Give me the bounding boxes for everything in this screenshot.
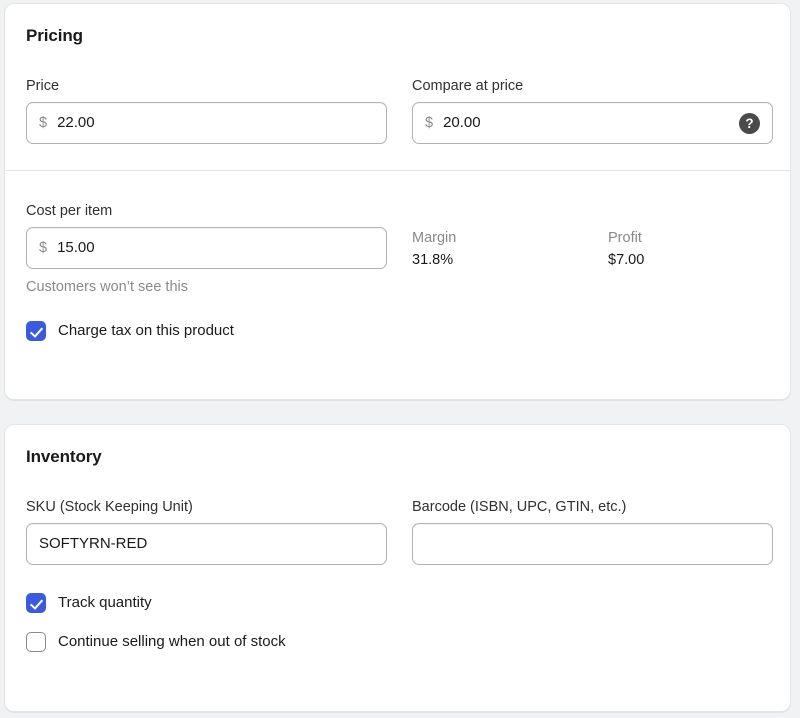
sku-input[interactable]: SOFTYRN-RED	[26, 523, 387, 565]
sku-field-group: SKU (Stock Keeping Unit) SOFTYRN-RED	[26, 497, 387, 565]
cost-per-item-label: Cost per item	[26, 203, 113, 219]
cost-per-item-help-text: Customers won’t see this	[26, 279, 188, 295]
charge-tax-label[interactable]: Charge tax on this product	[58, 321, 234, 341]
profit-label: Profit	[608, 230, 642, 246]
pricing-bottom-section: Cost per item $ 15.00 Customers won’t se…	[5, 201, 790, 341]
inventory-section: Inventory SKU (Stock Keeping Unit) SOFTY…	[5, 425, 790, 652]
margin-value: 31.8%	[412, 252, 454, 268]
pricing-top-section: Pricing Price $ 22.00 Compare at price $…	[5, 4, 790, 170]
barcode-label: Barcode (ISBN, UPC, GTIN, etc.)	[412, 499, 627, 515]
cost-per-item-input[interactable]: $ 15.00	[26, 227, 387, 269]
product-form-page: Pricing Price $ 22.00 Compare at price $…	[0, 0, 800, 718]
profit-metric: Profit $7.00	[608, 227, 800, 271]
inventory-card: Inventory SKU (Stock Keeping Unit) SOFTY…	[4, 424, 791, 712]
continue-selling-checkbox-row[interactable]: Continue selling when out of stock	[26, 632, 769, 652]
compare-at-price-field-group: Compare at price $ 20.00 ?	[412, 76, 773, 144]
pricing-card-title: Pricing	[26, 26, 83, 45]
price-label: Price	[26, 78, 60, 94]
compare-at-price-input[interactable]: $ 20.00 ?	[412, 102, 773, 144]
pricing-card: Pricing Price $ 22.00 Compare at price $…	[4, 3, 791, 400]
continue-selling-checkbox[interactable]	[26, 632, 46, 652]
price-input[interactable]: $ 22.00	[26, 102, 387, 144]
metrics-row: Margin 31.8% Profit $7.00	[412, 227, 773, 271]
currency-symbol-icon: $	[425, 115, 434, 131]
charge-tax-checkbox[interactable]	[26, 321, 46, 341]
currency-symbol-icon: $	[39, 240, 48, 256]
track-quantity-checkbox-row[interactable]: Track quantity	[26, 593, 769, 613]
cost-row: Cost per item $ 15.00 Customers won’t se…	[26, 201, 769, 297]
sku-label: SKU (Stock Keeping Unit)	[26, 499, 193, 515]
cost-per-item-input-value[interactable]: 15.00	[57, 238, 374, 258]
profit-value: $7.00	[608, 252, 645, 268]
continue-selling-label[interactable]: Continue selling when out of stock	[58, 632, 286, 652]
price-row: Price $ 22.00 Compare at price $ 20.00 ?	[26, 76, 773, 170]
pricing-card-divider	[5, 170, 790, 171]
inventory-card-title: Inventory	[26, 447, 102, 466]
track-quantity-label[interactable]: Track quantity	[58, 593, 152, 613]
track-quantity-checkbox[interactable]	[26, 593, 46, 613]
price-field-group: Price $ 22.00	[26, 76, 387, 144]
sku-input-value[interactable]: SOFTYRN-RED	[39, 534, 374, 554]
identifiers-row: SKU (Stock Keeping Unit) SOFTYRN-RED Bar…	[26, 497, 773, 565]
question-mark-circle-icon[interactable]: ?	[739, 112, 760, 134]
margin-metric: Margin 31.8%	[412, 227, 608, 271]
compare-at-price-input-value[interactable]: 20.00	[443, 113, 731, 133]
currency-symbol-icon: $	[39, 115, 48, 131]
price-input-value[interactable]: 22.00	[57, 113, 374, 133]
cost-per-item-field-group: Cost per item $ 15.00 Customers won’t se…	[26, 201, 387, 297]
barcode-input[interactable]	[412, 523, 773, 565]
compare-at-price-label: Compare at price	[412, 78, 524, 94]
profitability-metrics: Margin 31.8% Profit $7.00	[412, 201, 773, 297]
barcode-field-group: Barcode (ISBN, UPC, GTIN, etc.)	[412, 497, 773, 565]
charge-tax-checkbox-row[interactable]: Charge tax on this product	[26, 321, 769, 341]
margin-label: Margin	[412, 230, 457, 246]
